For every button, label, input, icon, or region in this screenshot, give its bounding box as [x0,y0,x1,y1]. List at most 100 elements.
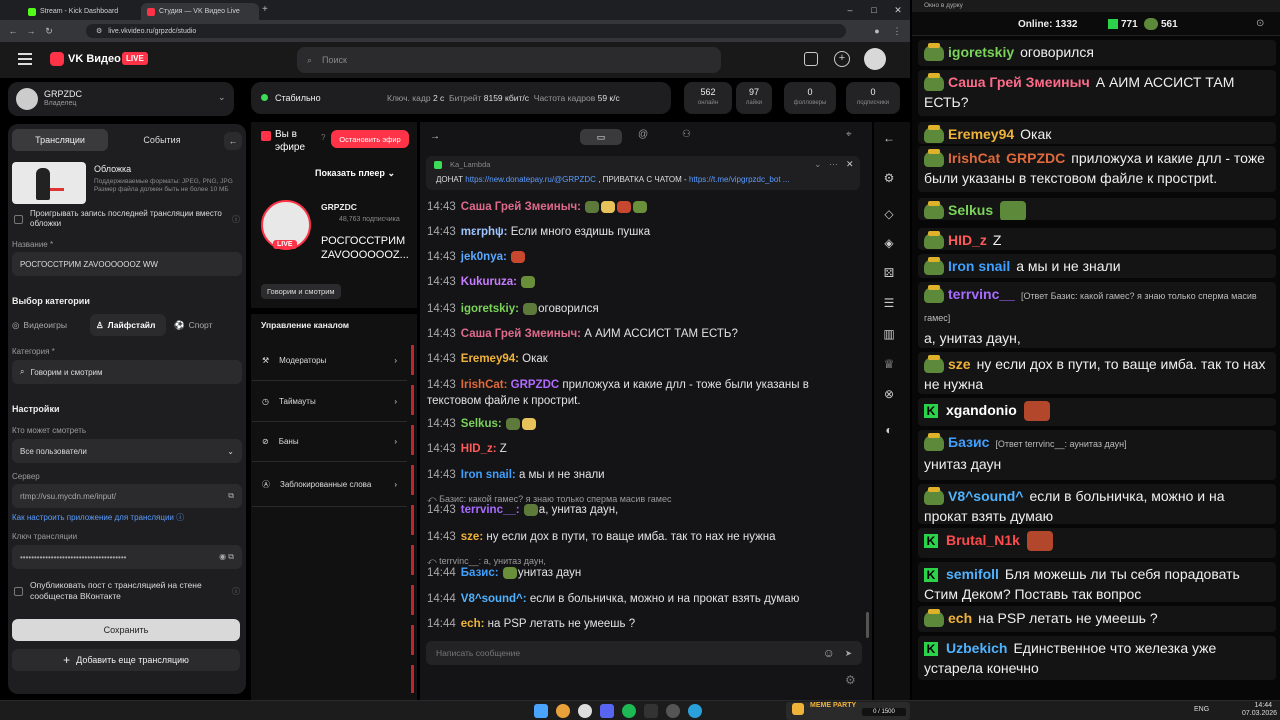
show-player-button[interactable]: Показать плеер ⌄ [315,168,395,179]
emote-icon [523,302,538,315]
save-button[interactable]: Сохранить [12,619,240,641]
stream-key-field[interactable]: •••••••••••••••••••••••••••••••••••••• ◉ … [12,545,242,569]
category-sport-button[interactable]: ⚽ Спорт [174,314,213,336]
pinned-collapse-icon[interactable]: ⌄ [814,159,822,170]
list-icon[interactable]: ☰ [880,294,898,312]
tab-broadcasts[interactable]: Трансляции [12,129,108,151]
logo-text[interactable]: VK Видео [68,53,121,65]
help-icon[interactable]: ? [321,133,325,142]
forward-icon[interactable]: → [24,24,38,38]
emoji-icon[interactable]: ☺ [823,646,835,660]
copy-icon[interactable]: ⧉ [228,491,234,501]
info-icon[interactable]: ⓘ [232,586,240,597]
minimize-button[interactable]: – [842,2,858,18]
hamburger-icon[interactable] [18,53,32,65]
spotify-icon[interactable] [622,704,636,718]
title-input[interactable]: РОСГОССТРИМ ZAVOOOOOOZ WW [12,252,242,276]
menu-bans[interactable]: ⊘ Баны › [252,422,407,462]
dice-icon[interactable]: ⚄ [880,264,898,282]
pin-icon[interactable]: ⌖ [846,129,852,140]
back-icon[interactable]: ← [6,24,20,38]
overlay-message: Саша Грей Змеиныч А АИМ АССИСТ ТАМ ЕСТЬ? [918,70,1276,116]
overlay-username: terrvinc__ [948,286,1015,302]
pinned-more-icon[interactable]: ⋯ [829,159,838,170]
category-input[interactable]: ⌕ Говорим и смотрим [12,360,242,384]
users-tab-icon[interactable]: ⚇ [682,129,691,140]
mentions-tab-icon[interactable]: @ [638,129,648,140]
reload-icon[interactable]: ↻ [42,24,56,38]
emote-icon [601,200,616,213]
ball-icon: ⚽ [174,319,185,330]
diamond-icon[interactable]: ◇ [880,205,898,223]
telegram-icon[interactable] [688,704,702,718]
new-tab-button[interactable]: + [262,4,268,15]
profile-icon[interactable]: ● [870,24,884,38]
chat-message: 14:43 igoretskiy: оговорился [427,302,599,315]
overlay-message: Selkus [918,198,1276,220]
clock[interactable]: 14:44 07.03.2026 [1242,702,1277,718]
trophy-icon[interactable]: ♕ [880,355,898,373]
category-lifestyle-button[interactable]: ♙ Лайфстайл [90,314,166,336]
expand-arrow-icon[interactable]: → [430,131,440,142]
chat-settings-icon[interactable]: ⚙ [845,673,856,687]
overlay-username: Uzbekich [946,640,1008,656]
chat-username: terrvinc__: [460,504,520,516]
status-text: Стабильно [275,93,321,103]
info-icon[interactable]: ⓘ [232,214,240,225]
add-stream-button[interactable]: + Добавить еще трансляцию [12,649,240,671]
collapse-arrow-icon[interactable]: ← [224,132,242,150]
avatar[interactable] [864,48,886,70]
tab-events[interactable]: События [114,129,210,151]
windows-start-icon[interactable] [534,704,548,718]
close-icon[interactable]: ✕ [846,159,854,170]
language-indicator[interactable]: ENG [1194,706,1209,713]
channel-selector[interactable]: GRPZDC Владелец ⌄ [8,82,234,116]
visibility-select[interactable]: Все пользователи ⌄ [12,439,242,463]
stop-stream-button[interactable]: Остановить эфир [331,130,409,148]
back-arrow-icon[interactable]: ← [880,129,898,147]
url-field[interactable]: ⚙ live.vkvideo.ru/grpzdc/studio [86,24,846,38]
notifications-icon[interactable] [804,52,818,66]
menu-moderators[interactable]: ⚒ Модераторы › [252,341,407,381]
channel-role: Владелец [44,100,77,107]
telegram-link[interactable]: https://t.me/vipgrpzdc_bot ... [689,175,790,184]
server-field[interactable]: rtmp://vsu.mycdn.me/input/⧉ [12,484,242,508]
browser-tab-kick[interactable]: Stream - Kick Dashboard [22,3,138,20]
gem-icon[interactable]: ◈ [880,234,898,252]
chat-scrollbar[interactable] [866,612,869,638]
chrome-icon[interactable] [556,704,570,718]
donate-link[interactable]: https://new.donatepay.ru/@GRPZDC [465,175,596,184]
donation-icon[interactable]: ◐ [880,421,898,439]
setup-help-link[interactable]: Как настроить приложение для трансляции … [12,512,184,523]
chat-message: 14:43 IrishCat: GRPZDC приложуха и какие … [427,379,809,407]
menu-timeouts[interactable]: ◷ Таймауты › [252,382,407,422]
obs-icon[interactable] [666,704,680,718]
chat-input[interactable]: Написать сообщение ☺ ➤ [426,641,862,665]
cancel-circle-icon[interactable]: ⊗ [880,385,898,403]
search-input[interactable]: ⌕ Поиск [297,47,721,73]
close-window-button[interactable]: ✕ [890,2,906,18]
add-icon[interactable]: + [834,51,850,67]
category-games-button[interactable]: ◎ Видеоигры [12,314,86,336]
eye-icon[interactable]: ◉ [219,552,226,561]
replay-checkbox[interactable] [14,215,23,224]
browser-tab-vk[interactable]: Студия — VK Видео Live [141,3,259,20]
menu-icon[interactable]: ⋮ [890,24,904,38]
settings-icon[interactable]: ⊙ [1256,18,1264,29]
send-icon[interactable]: ➤ [845,648,852,659]
app-icon[interactable] [578,704,592,718]
chat-tab-icon[interactable]: ▭ [580,129,622,145]
menu-blocked-words[interactable]: Ⓐ Заблокированные слова › [252,463,407,507]
copy-icon[interactable]: ⧉ [228,552,234,561]
discord-icon[interactable] [600,704,614,718]
chat-username: Kukuruza: [460,276,518,288]
chart-icon[interactable]: ▥ [880,325,898,343]
gear-icon[interactable]: ⚙ [880,169,898,187]
meme-party-widget[interactable]: MEME PARTY 0 / 1500 [786,702,910,720]
steam-icon[interactable] [644,704,658,718]
overlay-username: Selkus [948,202,994,218]
cover-thumbnail[interactable] [12,162,86,204]
maximize-button[interactable]: □ [866,2,882,18]
publish-checkbox[interactable] [14,587,23,596]
search-icon: ⌕ [20,367,25,376]
